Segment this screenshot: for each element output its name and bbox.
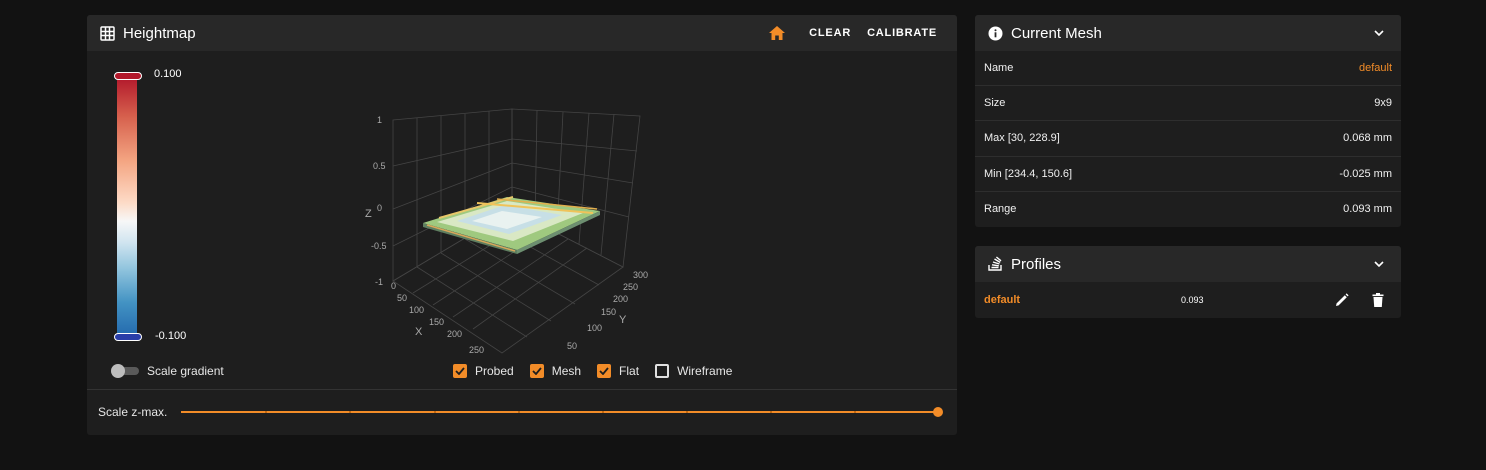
divider [87, 389, 957, 390]
gradient-max-label: 0.100 [154, 68, 182, 80]
gradient-max-handle[interactable] [114, 72, 142, 80]
wireframe-label: Wireframe [677, 364, 733, 378]
mesh-value: default [1358, 62, 1392, 75]
y-tick: 50 [567, 341, 577, 351]
chevron-down-icon[interactable] [1369, 254, 1389, 274]
checkbox-checked-icon [453, 364, 467, 378]
z-tick: 0.5 [373, 161, 386, 171]
gradient-scale [117, 77, 137, 339]
x-tick: 200 [447, 329, 462, 339]
calibrate-button[interactable]: CALIBRATE [859, 21, 945, 45]
y-tick: 200 [613, 294, 628, 304]
x-tick: 100 [409, 305, 424, 315]
color-gradient-legend [114, 72, 142, 342]
heightmap-title: Heightmap [123, 24, 196, 42]
profiles-title: Profiles [1011, 255, 1062, 273]
heightmap-3d-plot[interactable]: 1 0.5 0 -0.5 -1 Z 0 50 100 150 200 250 X… [357, 105, 687, 365]
current-mesh-header[interactable]: Current Mesh [975, 15, 1401, 51]
heightmap-header: Heightmap CLEAR CALIBRATE [87, 15, 957, 51]
chevron-down-icon[interactable] [1369, 23, 1389, 43]
checkbox-checked-icon [597, 364, 612, 378]
layers-icon [987, 256, 1003, 272]
gradient-min-handle[interactable] [114, 333, 142, 341]
probed-label: Probed [475, 364, 514, 378]
mesh-key: Size [984, 97, 1006, 110]
current-mesh-title: Current Mesh [1011, 24, 1102, 42]
mesh-key: Name [984, 62, 1014, 75]
y-tick: 100 [587, 323, 602, 333]
grid-icon [99, 25, 115, 41]
mesh-checkbox[interactable]: Mesh [529, 364, 582, 378]
mesh-value: 0.068 mm [1343, 132, 1392, 145]
profiles-header[interactable]: Profiles [975, 246, 1401, 282]
slider-thumb[interactable] [933, 407, 944, 417]
y-tick: 300 [633, 270, 648, 280]
profile-range: 0.093 [1181, 295, 1204, 305]
mesh-value: 9x9 [1374, 97, 1392, 110]
z-tick: -1 [375, 277, 383, 287]
info-icon [987, 25, 1003, 41]
trash-icon [1372, 293, 1384, 307]
gradient-min-label: -0.100 [155, 330, 187, 342]
y-tick: 150 [601, 307, 616, 317]
wireframe-checkbox[interactable]: Wireframe [655, 364, 732, 378]
z-axis-label: Z [365, 208, 372, 220]
mesh-row-max: Max [30, 228.9] 0.068 mm [975, 121, 1401, 157]
scale-gradient-toggle[interactable]: Scale gradient [111, 364, 224, 378]
checkbox-checked-icon [529, 364, 544, 378]
z-tick: -0.5 [371, 241, 387, 251]
scale-zmax-row: Scale z-max. [98, 405, 948, 419]
clear-button[interactable]: CLEAR [801, 21, 859, 45]
probed-checkbox[interactable]: Probed [453, 364, 514, 378]
home-button[interactable] [761, 19, 793, 47]
flat-label: Flat [619, 364, 640, 378]
mesh-row-size: Size 9x9 [975, 86, 1401, 122]
mesh-key: Max [30, 228.9] [984, 132, 1060, 145]
x-tick: 50 [397, 293, 407, 303]
display-options: Probed Mesh Flat Wireframe [453, 364, 748, 378]
mesh-key: Min [234.4, 150.6] [984, 167, 1073, 180]
x-tick: 150 [429, 317, 444, 327]
mesh-info-list: Name default Size 9x9 Max [30, 228.9] 0.… [975, 51, 1401, 227]
mesh-row-range: Range 0.093 mm [975, 192, 1401, 227]
pencil-icon [1336, 293, 1349, 306]
x-axis-label: X [415, 326, 423, 338]
mesh-key: Range [984, 203, 1017, 216]
profiles-card: Profiles default 0.093 [975, 246, 1401, 318]
edit-profile-button[interactable] [1328, 286, 1356, 314]
z-tick: 1 [377, 115, 382, 125]
scale-zmax-label: Scale z-max. [98, 405, 168, 419]
scale-gradient-label: Scale gradient [147, 364, 224, 378]
home-icon [769, 26, 786, 40]
flat-checkbox[interactable]: Flat [597, 364, 639, 378]
y-axis-label: Y [619, 314, 627, 326]
delete-profile-button[interactable] [1364, 286, 1392, 314]
profile-row: default 0.093 [975, 282, 1401, 318]
mesh-surface [423, 196, 600, 254]
x-tick: 0 [391, 281, 396, 291]
z-tick: 0 [377, 203, 382, 213]
mesh-value: 0.093 mm [1343, 203, 1392, 216]
scale-zmax-slider[interactable] [181, 405, 944, 419]
y-tick: 250 [623, 282, 638, 292]
x-tick: 250 [469, 345, 484, 355]
heightmap-card: Heightmap CLEAR CALIBRATE 0.100 -0.100 1… [87, 15, 957, 435]
mesh-row-min: Min [234.4, 150.6] -0.025 mm [975, 157, 1401, 192]
current-mesh-card: Current Mesh Name default Size 9x9 Max [… [975, 15, 1401, 227]
mesh-label: Mesh [551, 364, 582, 378]
mesh-row-name: Name default [975, 51, 1401, 87]
scale-gradient-switch[interactable] [111, 364, 139, 378]
checkbox-empty-icon [655, 364, 670, 378]
mesh-value: -0.025 mm [1339, 167, 1392, 180]
profile-name-link[interactable]: default [984, 294, 1020, 306]
